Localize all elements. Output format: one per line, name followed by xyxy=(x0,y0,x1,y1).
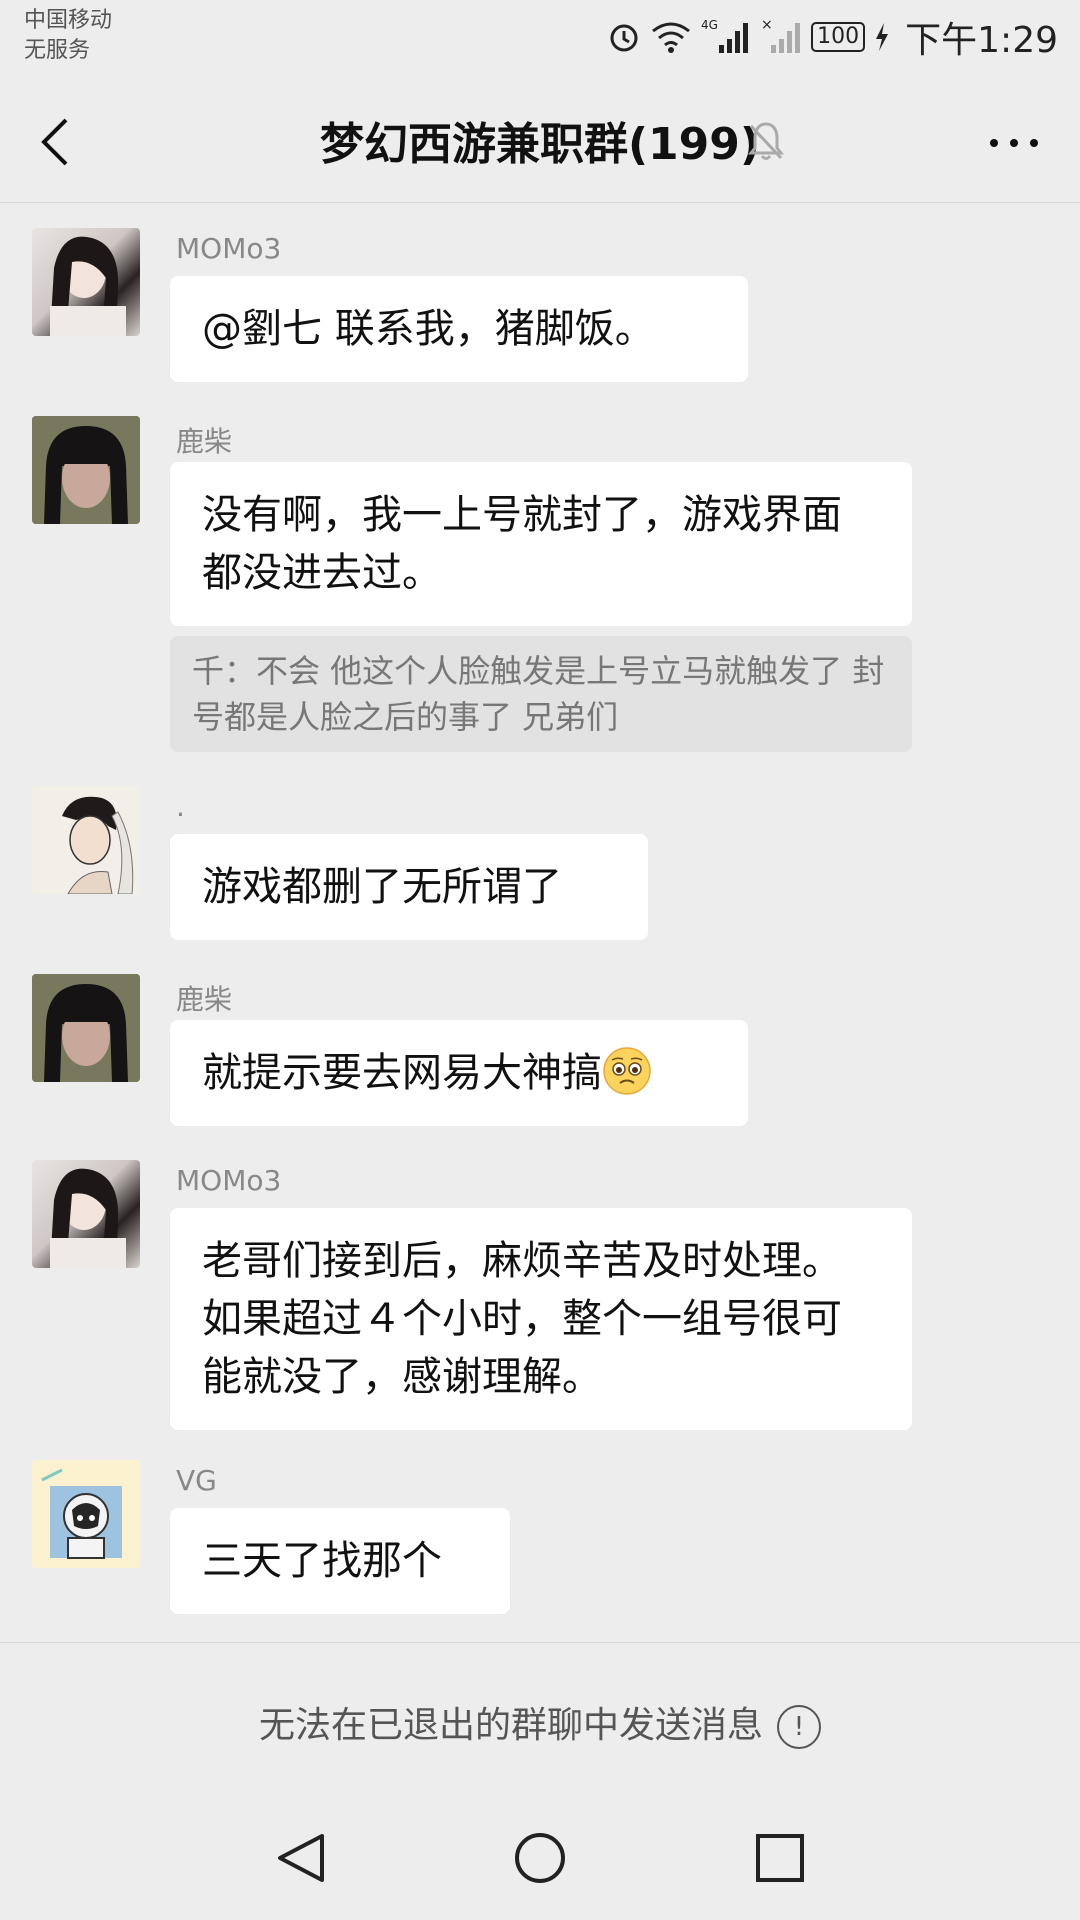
nav-recents-icon xyxy=(756,1834,804,1882)
carrier-info: 中国移动 无服务 xyxy=(24,6,112,66)
message-text: 三天了找那个 xyxy=(202,1538,442,1584)
message-bubble[interactable]: 游戏都删了无所谓了 xyxy=(170,834,648,940)
quoted-text: 千：不会 他这个人脸触发是上号立马就触发了 封号都是人脸之后的事了 兄弟们 xyxy=(192,652,885,736)
avatar[interactable] xyxy=(32,786,140,894)
sender-name: MOMo3 xyxy=(176,232,282,265)
alarm-icon xyxy=(607,20,641,54)
sender-name: . xyxy=(176,790,185,823)
more-button[interactable] xyxy=(984,128,1044,158)
wifi-icon xyxy=(651,21,691,53)
chat-header: 梦幻西游兼职群(199) xyxy=(0,82,1080,203)
sender-name: MOMo3 xyxy=(176,1164,282,1197)
message-text: 游戏都删了无所谓了 xyxy=(202,864,562,910)
carrier-name: 中国移动 xyxy=(24,8,113,33)
status-icons: 4G × 100 下午1:29 xyxy=(607,12,1058,62)
message-text: 就提示要去网易大神搞 xyxy=(202,1050,602,1096)
network-label: 4G xyxy=(701,18,718,32)
signal-4g-icon: 4G xyxy=(701,17,751,57)
message-bubble[interactable]: 老哥们接到后，麻烦辛苦及时处理。如果超过４个小时，整个一组号很可能就没了，感谢理… xyxy=(170,1208,912,1430)
message-bubble[interactable]: 没有啊，我一上号就封了，游戏界面都没进去过。 xyxy=(170,462,912,626)
message-bubble[interactable]: @劉七 联系我，猪脚饭。 xyxy=(170,276,748,382)
nav-recents-button[interactable] xyxy=(752,1830,808,1890)
avatar[interactable] xyxy=(32,974,140,1082)
chat-title: 梦幻西游兼职群(199) xyxy=(319,119,761,170)
message-text: 老哥们接到后，麻烦辛苦及时处理。如果超过４个小时，整个一组号很可能就没了，感谢理… xyxy=(202,1238,842,1400)
nav-back-icon xyxy=(278,1834,324,1882)
status-bar: 中国移动 无服务 4G × 100 下午1:29 xyxy=(0,0,1080,80)
navigation-bar xyxy=(0,1790,1080,1920)
muted-bell-icon xyxy=(747,120,785,166)
avatar[interactable] xyxy=(32,1160,140,1268)
cannot-send-notice: 无法在已退出的群聊中发送消息! xyxy=(0,1696,1080,1749)
message-bubble[interactable]: 三天了找那个 xyxy=(170,1508,510,1614)
sender-name: 鹿柴 xyxy=(176,983,233,1016)
avatar[interactable] xyxy=(32,1460,140,1568)
nav-home-icon xyxy=(515,1833,565,1883)
exclamation-circle-icon[interactable]: ! xyxy=(777,1705,821,1749)
more-icon xyxy=(990,139,1038,147)
notice-text: 无法在已退出的群聊中发送消息 xyxy=(258,1705,763,1746)
sender-name: VG xyxy=(176,1464,217,1497)
svg-text:×: × xyxy=(761,17,773,33)
charging-icon xyxy=(875,23,889,51)
battery-indicator: 100 xyxy=(811,22,866,52)
sender-name: 鹿柴 xyxy=(176,425,233,458)
nav-back-button[interactable] xyxy=(272,1830,328,1890)
avatar[interactable] xyxy=(32,228,140,336)
message-text: 没有啊，我一上号就封了，游戏界面都没进去过。 xyxy=(202,492,842,596)
status-time: 下午1:29 xyxy=(905,20,1058,61)
message-bubble[interactable]: 就提示要去网易大神搞 xyxy=(170,1020,748,1126)
footer-divider xyxy=(0,1642,1080,1643)
message-text: @劉七 联系我，猪脚饭。 xyxy=(202,306,655,352)
no-signal-icon: × xyxy=(761,17,801,57)
carrier-status: 无服务 xyxy=(24,38,91,63)
avatar[interactable] xyxy=(32,416,140,524)
nav-home-button[interactable] xyxy=(512,1830,568,1890)
quoted-message[interactable]: 千：不会 他这个人脸触发是上号立马就触发了 封号都是人脸之后的事了 兄弟们 xyxy=(170,636,912,752)
pleading-face-emoji xyxy=(602,1046,652,1096)
